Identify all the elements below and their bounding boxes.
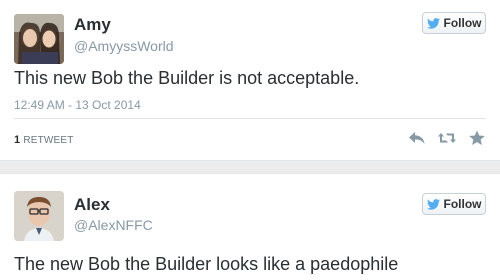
follow-button[interactable]: Follow [422,12,486,34]
tweet-timestamp[interactable]: 12:49 AM - 13 Oct 2014 [14,98,141,112]
tweet-actions [408,130,486,146]
follow-button[interactable]: Follow [422,193,486,215]
tweet-text: This new Bob the Builder is not acceptab… [14,68,360,88]
tweet-card-alex: Alex @AlexNFFC Follow The new Bob the Bu… [0,174,500,280]
tweet-separator [0,160,500,174]
retweet-count-number: 1 [14,134,21,146]
divider [14,118,486,119]
retweet-count[interactable]: 1 RETWEET [14,134,74,146]
twitter-bird-icon [426,17,440,29]
user-name[interactable]: Amy [74,15,111,35]
favorite-icon[interactable] [468,130,486,146]
user-handle[interactable]: @AmyyssWorld [74,38,174,54]
follow-label: Follow [443,197,482,211]
user-name[interactable]: Alex [74,195,110,215]
tweet-card-amy: Amy @AmyyssWorld Follow This new Bob the… [0,0,500,160]
twitter-bird-icon [426,198,440,210]
follow-label: Follow [443,16,482,30]
reply-icon[interactable] [408,130,426,146]
tweet-text: The new Bob the Builder looks like a pae… [14,254,399,274]
avatar[interactable] [14,191,64,241]
avatar[interactable] [14,14,64,64]
retweet-icon[interactable] [438,130,456,146]
retweet-count-label: RETWEET [23,135,74,146]
user-handle[interactable]: @AlexNFFC [74,217,153,233]
